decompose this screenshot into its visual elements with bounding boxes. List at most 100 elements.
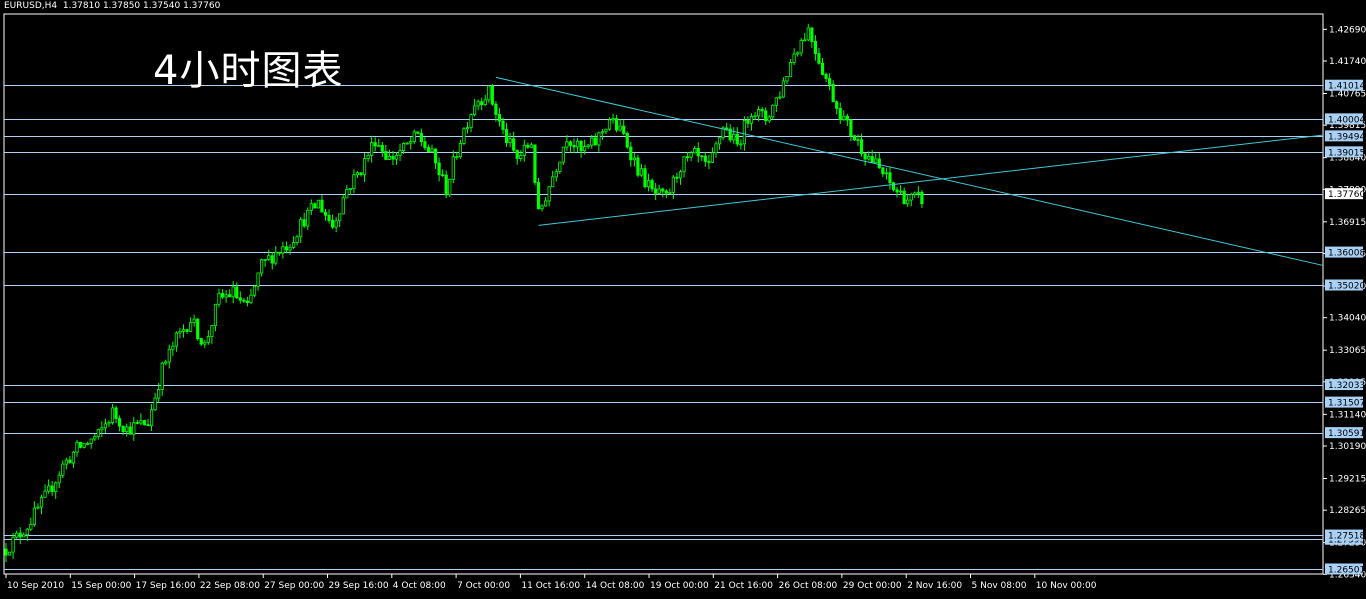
candle-body: [153, 397, 157, 411]
candle-body: [611, 118, 615, 121]
candle-body: [810, 27, 814, 42]
candle-body: [686, 156, 690, 159]
candle-body: [185, 329, 189, 332]
candle-body: [820, 62, 825, 75]
candle-body: [906, 199, 910, 205]
candle-body: [540, 205, 544, 210]
plot-frame: [3, 13, 1324, 575]
candle-body: [334, 220, 338, 228]
candle-body: [632, 157, 636, 161]
candle-body: [813, 41, 818, 54]
level-price-label: 1.30591: [1328, 429, 1365, 439]
x-tick-label: 29 Oct 00:00: [843, 581, 902, 591]
candle-body: [18, 532, 22, 538]
candle-body: [735, 133, 739, 145]
candle-body: [370, 142, 374, 156]
candle-body: [749, 116, 754, 124]
candle-body: [206, 336, 210, 343]
x-tick-label: 19 Oct 00:00: [650, 581, 709, 591]
candle-body: [437, 162, 441, 176]
candle-body: [387, 155, 392, 160]
candle-body: [884, 172, 889, 175]
candle-body: [32, 507, 37, 525]
candle-body: [803, 39, 807, 42]
x-tick-label: 26 Oct 08:00: [779, 581, 838, 591]
candle-body: [725, 127, 729, 130]
candle-body: [355, 172, 360, 176]
candle-body: [196, 318, 200, 339]
y-tick-label: 1.41740: [1329, 57, 1366, 67]
candle-body: [643, 168, 647, 188]
candle-body: [529, 144, 534, 148]
candle-body: [689, 152, 693, 158]
candle-body: [512, 138, 516, 151]
candle-body: [288, 246, 292, 251]
candle-body: [316, 199, 321, 209]
candle-body: [103, 423, 107, 429]
candle-body: [682, 156, 686, 173]
candle-body: [47, 485, 51, 492]
candle-body: [242, 299, 246, 302]
y-tick-label: 1.30190: [1329, 442, 1366, 452]
candle-body: [110, 407, 115, 423]
candle-body: [554, 171, 558, 178]
candle-body: [913, 192, 917, 195]
candle-body: [490, 85, 494, 105]
candle-body: [657, 188, 661, 194]
candle-body: [788, 62, 793, 77]
candle-body: [579, 140, 583, 152]
candle-body: [210, 325, 214, 337]
candle-body: [519, 155, 523, 159]
x-tick-label: 15 Sep 00:00: [71, 581, 131, 591]
candle-body: [220, 292, 225, 298]
y-tick-label: 1.28265: [1329, 506, 1366, 516]
candle-body: [323, 211, 328, 216]
candle-body: [508, 138, 512, 144]
candle-body: [277, 251, 281, 254]
candle-body: [409, 141, 413, 144]
candle-body: [284, 246, 289, 251]
candle-body: [764, 110, 768, 122]
candle-body: [394, 154, 399, 160]
candle-body: [341, 197, 345, 215]
level-price-label: 1.39494: [1328, 132, 1365, 142]
candle-body: [57, 474, 61, 484]
candle-body: [203, 341, 207, 345]
candle-body: [451, 156, 455, 180]
chart-area[interactable]: 1.426901.417401.407651.398151.388401.378…: [0, 0, 1366, 595]
level-price-label: 1.26501: [1328, 565, 1365, 575]
candle-body: [693, 148, 697, 154]
candle-body: [835, 101, 839, 109]
candle-body: [160, 362, 164, 390]
candle-body: [401, 143, 406, 151]
x-tick-label: 5 Nov 08:00: [972, 581, 1027, 591]
candle-body: [171, 345, 175, 350]
candle-body: [245, 300, 249, 304]
candle-body: [61, 463, 65, 476]
x-tick-label: 14 Oct 08:00: [586, 581, 645, 591]
candle-body: [881, 167, 885, 175]
x-tick-label: 22 Sep 08:00: [200, 581, 260, 591]
candle-body: [536, 182, 541, 210]
candle-body: [742, 120, 747, 145]
candle-body: [781, 80, 786, 98]
candle-body: [618, 125, 622, 131]
level-price-label: 1.32033: [1328, 381, 1365, 391]
candle-body: [590, 137, 594, 146]
candle-body: [547, 186, 551, 202]
candle-body: [870, 156, 874, 164]
level-price-label: 1.31507: [1328, 399, 1365, 409]
candle-body: [526, 144, 530, 148]
candle-body: [544, 200, 548, 207]
candle-body: [281, 246, 285, 254]
x-tick-label: 11 Oct 16:00: [521, 581, 580, 591]
candle-body: [149, 409, 154, 427]
candle-body: [118, 418, 122, 427]
candle-body: [146, 424, 150, 427]
candle-body: [696, 148, 700, 157]
candle-body: [167, 348, 171, 363]
candle-body: [164, 361, 168, 364]
candle-body: [561, 146, 565, 163]
candle-body: [199, 338, 203, 345]
candle-body: [654, 188, 658, 194]
